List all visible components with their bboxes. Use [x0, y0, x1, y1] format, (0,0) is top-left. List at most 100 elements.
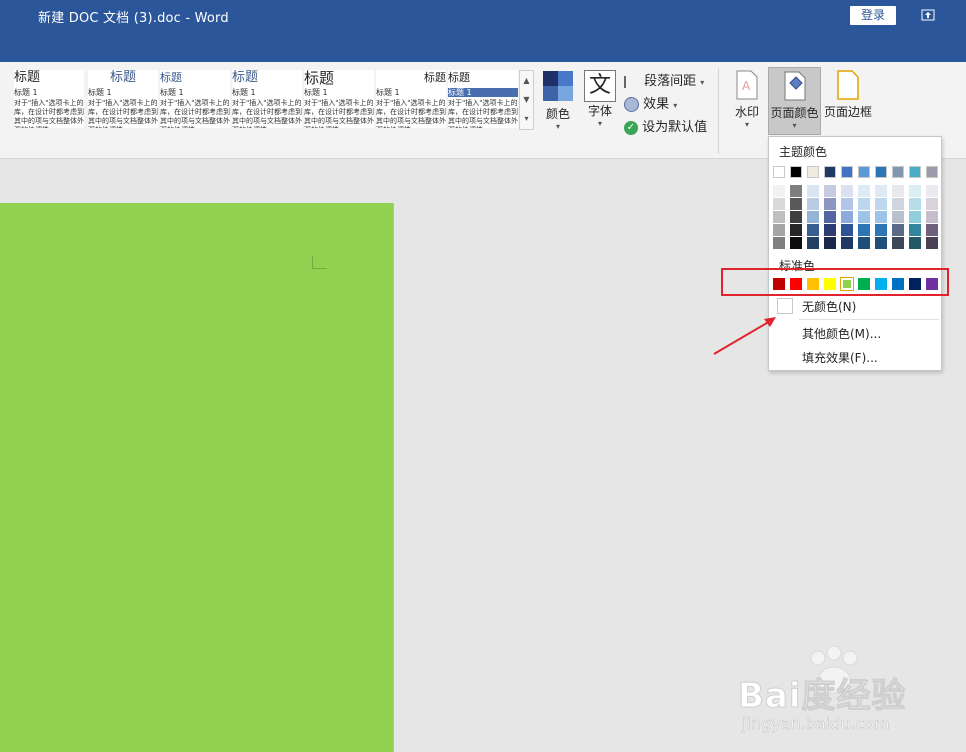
theme-color-swatch[interactable] [773, 166, 785, 178]
theme-shade-swatch[interactable] [858, 237, 870, 249]
theme-shade-swatch[interactable] [858, 185, 870, 197]
gallery-up-icon[interactable]: ▲ [520, 71, 533, 90]
no-color-item[interactable]: 无颜色(N) [769, 295, 941, 317]
theme-shade-swatch[interactable] [875, 237, 887, 249]
theme-shade-swatch[interactable] [790, 185, 802, 197]
theme-shade-swatch[interactable] [841, 198, 853, 210]
theme-shade-swatch[interactable] [909, 185, 921, 197]
menu-divider [799, 319, 939, 320]
theme-color-swatch[interactable] [790, 166, 802, 178]
theme-shade-swatch[interactable] [807, 211, 819, 223]
theme-shade-swatch[interactable] [858, 224, 870, 236]
style-thumbnail[interactable]: 标题标题 1 对于"插入"选项卡上的库，在设计时都考虑到其中的项与文档整体外观的协… [232, 70, 302, 128]
watermark-icon: A [736, 70, 758, 100]
paragraph-spacing-caret-icon: ▾ [700, 78, 705, 87]
theme-shade-swatch[interactable] [841, 224, 853, 236]
page-borders-button[interactable]: 页面边框 [822, 70, 874, 120]
theme-shade-swatch[interactable] [875, 185, 887, 197]
fonts-button[interactable]: 文 字体 ▾ [582, 70, 618, 128]
theme-color-swatch[interactable] [858, 166, 870, 178]
theme-shade-swatch[interactable] [926, 198, 938, 210]
set-default-button[interactable]: ✓ 设为默认值 [624, 116, 707, 135]
document-page[interactable] [0, 203, 394, 752]
theme-shade-swatch[interactable] [909, 224, 921, 236]
theme-shade-swatch[interactable] [926, 237, 938, 249]
theme-shade-swatch[interactable] [892, 198, 904, 210]
theme-color-swatch[interactable] [841, 166, 853, 178]
theme-color-swatch[interactable] [824, 166, 836, 178]
theme-shade-swatch[interactable] [841, 185, 853, 197]
theme-shade-swatch[interactable] [926, 185, 938, 197]
gallery-down-icon[interactable]: ▼ [520, 90, 533, 109]
style-thumbnail[interactable]: 标题标题 1 对于"插入"选项卡上的库，在设计时都考虑到其中的项与文档整体外观的协… [448, 70, 518, 128]
theme-color-swatch[interactable] [807, 166, 819, 178]
theme-shade-swatch[interactable] [824, 198, 836, 210]
theme-color-swatch[interactable] [909, 166, 921, 178]
login-button[interactable]: 登录 [850, 6, 896, 25]
paragraph-spacing-button[interactable]: 段落间距 ▾ [624, 70, 704, 89]
colors-caret-icon: ▾ [555, 122, 560, 131]
theme-shade-swatch[interactable] [858, 211, 870, 223]
theme-shade-swatch[interactable] [909, 198, 921, 210]
style-body-text: 对于"插入"选项卡上的库，在设计时都考虑到其中的项与文档整体外观的协调性。 [14, 99, 84, 128]
effects-label: 效果 [643, 97, 670, 112]
theme-shade-swatch[interactable] [892, 185, 904, 197]
style-thumbnail[interactable]: 标题标题 1 对于"插入"选项卡上的库，在设计时都考虑到其中的项与文档整体外观的协… [88, 70, 158, 128]
theme-shade-swatch[interactable] [790, 224, 802, 236]
colors-button[interactable]: 颜色 ▾ [540, 70, 576, 131]
theme-shade-swatch[interactable] [773, 198, 785, 210]
theme-shade-swatch[interactable] [824, 185, 836, 197]
theme-shade-swatch[interactable] [875, 224, 887, 236]
paragraph-spacing-icon [624, 75, 640, 88]
baidu-url-text: jingyan.baidu.com [742, 714, 890, 734]
theme-shade-swatch[interactable] [807, 224, 819, 236]
style-heading: 标题 [160, 71, 182, 84]
page-color-button[interactable]: 页面颜色 ▾ [768, 67, 821, 135]
theme-shade-swatch[interactable] [841, 237, 853, 249]
theme-shade-swatch[interactable] [892, 211, 904, 223]
gallery-scroll[interactable]: ▲ ▼ ▾ [519, 70, 534, 130]
theme-shade-swatch[interactable] [807, 185, 819, 197]
more-colors-item[interactable]: 其他颜色(M)... [802, 325, 881, 342]
style-thumbnail[interactable]: 标题标题 1 对于"插入"选项卡上的库，在设计时都考虑到其中的项与文档整体外观的协… [14, 70, 84, 128]
theme-shade-swatch[interactable] [790, 237, 802, 249]
theme-shade-swatch[interactable] [824, 237, 836, 249]
theme-shade-swatch[interactable] [773, 224, 785, 236]
style-heading: 标题 [448, 71, 470, 84]
theme-shade-swatch[interactable] [926, 211, 938, 223]
theme-shade-swatch[interactable] [807, 237, 819, 249]
style-subheading: 标题 1 [304, 88, 328, 97]
style-thumbnail[interactable]: 标题标题 1 对于"插入"选项卡上的库，在设计时都考虑到其中的项与文档整体外观的协… [304, 70, 374, 128]
theme-color-swatch[interactable] [875, 166, 887, 178]
gallery-more-icon[interactable]: ▾ [520, 109, 533, 128]
ribbon-display-options-icon[interactable] [916, 6, 940, 24]
theme-shade-swatch[interactable] [909, 211, 921, 223]
theme-shade-swatch[interactable] [773, 211, 785, 223]
watermark-button[interactable]: A 水印 ▾ [728, 70, 766, 129]
theme-shade-swatch[interactable] [807, 198, 819, 210]
theme-shade-swatch[interactable] [909, 237, 921, 249]
theme-shade-swatch[interactable] [824, 211, 836, 223]
style-thumbnail[interactable]: 标题标题 1 对于"插入"选项卡上的库，在设计时都考虑到其中的项与文档整体外观的协… [376, 70, 446, 128]
style-body-text: 对于"插入"选项卡上的库，在设计时都考虑到其中的项与文档整体外观的协调性。 [376, 99, 446, 128]
theme-shade-swatch[interactable] [892, 224, 904, 236]
page-color-dropdown: 主题颜色 标准色 无颜色(N) 其他颜色(M)... 填充效果(F)... [768, 136, 942, 371]
theme-shade-swatch[interactable] [875, 198, 887, 210]
style-thumbnail[interactable]: 标题标题 1 对于"插入"选项卡上的库，在设计时都考虑到其中的项与文档整体外观的协… [160, 70, 230, 128]
theme-shade-swatch[interactable] [824, 224, 836, 236]
theme-shade-swatch[interactable] [790, 198, 802, 210]
checkmark-icon: ✓ [624, 120, 638, 135]
theme-shade-swatch[interactable] [790, 211, 802, 223]
effects-button[interactable]: 效果 ▾ [624, 93, 677, 112]
fill-effects-item[interactable]: 填充效果(F)... [802, 349, 878, 366]
theme-shade-swatch[interactable] [926, 224, 938, 236]
theme-shade-swatch[interactable] [773, 237, 785, 249]
theme-shade-swatch[interactable] [875, 211, 887, 223]
theme-shade-swatch[interactable] [892, 237, 904, 249]
theme-color-swatch[interactable] [926, 166, 938, 178]
baidu-watermark: Bai度经验 jingyan.baidu.com [738, 646, 948, 736]
theme-shade-swatch[interactable] [858, 198, 870, 210]
theme-color-swatch[interactable] [892, 166, 904, 178]
theme-shade-swatch[interactable] [773, 185, 785, 197]
theme-shade-swatch[interactable] [841, 211, 853, 223]
